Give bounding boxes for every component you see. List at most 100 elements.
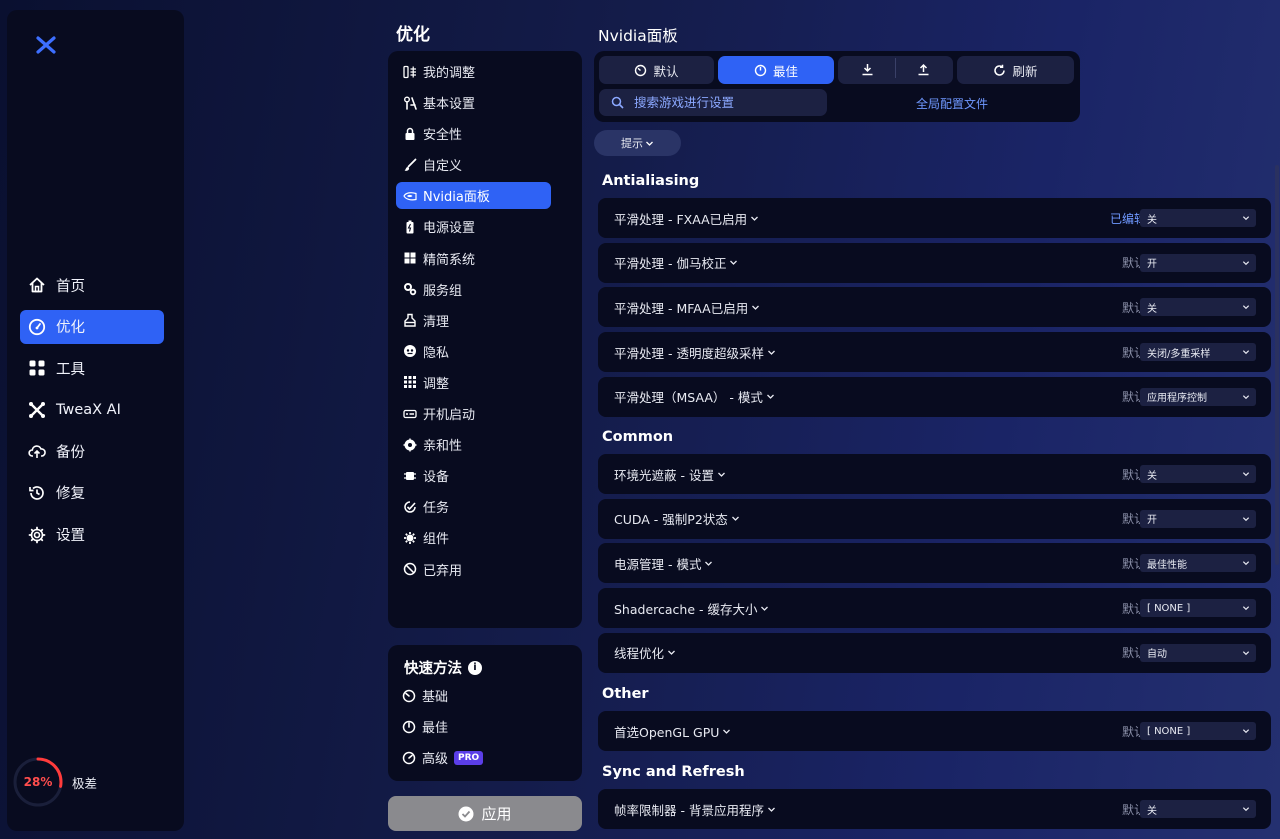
- global-profile-link[interactable]: 全局配置文件: [916, 95, 988, 112]
- chevron-down-icon: [757, 604, 769, 613]
- refresh-icon: [993, 64, 1006, 77]
- menu-item-basic-settings[interactable]: 基本设置: [396, 89, 551, 116]
- menu-item-label: 亲和性: [423, 439, 463, 455]
- info-icon[interactable]: i: [468, 660, 482, 675]
- chevron-down-icon: [1242, 216, 1250, 221]
- game-search-box: [599, 89, 827, 116]
- menu-item-affinity[interactable]: 亲和性: [396, 431, 551, 458]
- setting-label[interactable]: 环境光遮蔽 - 设置: [614, 465, 726, 484]
- menu-item-services[interactable]: 服务组: [396, 276, 551, 303]
- nav-item-label: 首页: [56, 278, 85, 295]
- quick-methods-card: 快速方法 i 基础 最佳 高级 PRO: [388, 645, 582, 781]
- setting-label[interactable]: 首选OpenGL GPU: [614, 722, 731, 741]
- menu-item-adjust[interactable]: 调整: [396, 369, 551, 396]
- menu-item-nvidia-panel[interactable]: Nvidia面板: [396, 182, 551, 210]
- ai-icon: [28, 401, 46, 419]
- nav-item-optimize[interactable]: 优化: [20, 309, 164, 344]
- setting-label[interactable]: Shadercache - 缓存大小: [614, 599, 769, 618]
- setting-label[interactable]: 平滑处理（MSAA） - 模式: [614, 387, 775, 406]
- chevron-down-icon: [1242, 260, 1250, 265]
- setting-value-select[interactable]: 关: [1140, 800, 1256, 818]
- setting-row: 平滑处理 - FXAA已启用 已编辑关: [598, 198, 1271, 238]
- setting-value-select[interactable]: 自动: [1140, 643, 1256, 662]
- section-title: 优化: [396, 25, 430, 45]
- setting-value: 关: [1147, 470, 1157, 482]
- nav-item-backup[interactable]: 备份: [20, 434, 164, 468]
- setting-label-text: 帧率限制器 - 背景应用程序: [614, 802, 764, 818]
- setting-row: 线程优化 默认 自动: [598, 632, 1271, 673]
- default-profile-label: 默认: [653, 63, 679, 79]
- setting-value-select[interactable]: [ NONE ]: [1140, 722, 1256, 740]
- setting-value-select[interactable]: 开: [1140, 253, 1256, 272]
- nav-item-label: TweaX AI: [56, 401, 121, 418]
- best-profile-button[interactable]: 最佳: [718, 56, 834, 84]
- menu-item-tasks[interactable]: 任务: [396, 493, 551, 520]
- setting-row: Shadercache - 缓存大小 默认[ NONE ]: [598, 588, 1271, 629]
- brush-icon: [403, 158, 417, 172]
- menu-item-label: 我的调整: [423, 66, 476, 81]
- menu-item-label: Nvidia面板: [423, 190, 490, 206]
- setting-value-select[interactable]: 关: [1140, 298, 1256, 317]
- setting-label-text: 线程优化: [614, 646, 665, 662]
- setting-label[interactable]: CUDA - 强制P2状态: [614, 509, 740, 528]
- setting-label[interactable]: 平滑处理 - 透明度超级采样: [614, 343, 776, 362]
- menu-item-components[interactable]: 组件: [396, 524, 551, 551]
- privacy-icon: [403, 344, 417, 358]
- hint-dropdown[interactable]: 提示: [594, 130, 681, 156]
- windows-icon: [403, 251, 417, 265]
- task-icon: [403, 500, 417, 514]
- setting-value-select[interactable]: 关: [1140, 209, 1256, 227]
- group-title: Common: [602, 429, 674, 445]
- apply-button[interactable]: 应用: [388, 796, 582, 831]
- setting-label[interactable]: 平滑处理 - FXAA已启用: [614, 209, 759, 228]
- chevron-down-icon: [1242, 729, 1250, 734]
- apps-grid-icon: [403, 375, 417, 389]
- apply-button-label: 应用: [481, 805, 512, 823]
- menu-item-privacy[interactable]: 隐私: [396, 338, 551, 365]
- chevron-down-icon: [726, 258, 738, 267]
- game-search-input[interactable]: [634, 95, 814, 110]
- menu-item-security[interactable]: 安全性: [396, 120, 551, 147]
- cloud-upload-icon: [28, 442, 46, 460]
- quick-item-advanced[interactable]: 高级 PRO: [402, 748, 484, 767]
- gauge-icon: [28, 318, 46, 336]
- chevron-down-icon: [1242, 305, 1250, 310]
- setting-value-select[interactable]: 关闭/多重采样: [1140, 343, 1256, 362]
- setting-label[interactable]: 平滑处理 - 伽马校正: [614, 253, 738, 272]
- setting-row: 平滑处理 - 透明度超级采样 默认 关闭/多重采样: [598, 332, 1271, 373]
- menu-item-debloat[interactable]: 精简系统: [396, 245, 551, 272]
- menu-item-power-settings[interactable]: 电源设置: [396, 213, 551, 240]
- setting-value-select[interactable]: 最佳性能: [1140, 554, 1256, 573]
- nav-item-settings[interactable]: 设置: [20, 518, 164, 552]
- nav-item-home[interactable]: 首页: [20, 268, 164, 302]
- setting-value-select[interactable]: 应用程序控制: [1140, 387, 1256, 406]
- menu-item-customize[interactable]: 自定义: [396, 151, 551, 178]
- quick-item-best[interactable]: 最佳: [402, 717, 448, 736]
- upload-icon[interactable]: [917, 63, 930, 79]
- menu-item-my-tweaks[interactable]: 我的调整: [396, 58, 551, 85]
- hint-label: 提示: [621, 137, 643, 150]
- setting-label[interactable]: 平滑处理 - MFAA已启用: [614, 298, 760, 317]
- nav-item-repair[interactable]: 修复: [20, 476, 164, 510]
- setting-label[interactable]: 电源管理 - 模式: [614, 554, 713, 573]
- setting-value-select[interactable]: [ NONE ]: [1140, 599, 1256, 618]
- scrollbar[interactable]: [1275, 165, 1279, 565]
- nvidia-toolbar: 默认 最佳 刷新 全局配置文件: [594, 51, 1080, 122]
- default-profile-button[interactable]: 默认: [599, 56, 714, 84]
- tweax-logo-icon[interactable]: [35, 34, 57, 56]
- menu-item-devices[interactable]: 设备: [396, 462, 551, 489]
- nav-item-tools[interactable]: 工具: [20, 351, 164, 385]
- quick-item-label: 最佳: [422, 721, 449, 736]
- setting-value-select[interactable]: 关: [1140, 465, 1256, 483]
- refresh-button[interactable]: 刷新: [957, 56, 1074, 84]
- menu-item-startup[interactable]: 开机启动: [396, 400, 551, 427]
- setting-label[interactable]: 线程优化: [614, 643, 676, 662]
- nav-item-tweax-ai[interactable]: TweaX AI: [20, 393, 164, 427]
- menu-item-deprecated[interactable]: 已弃用: [396, 556, 551, 583]
- quick-item-basic[interactable]: 基础: [402, 686, 448, 705]
- setting-label[interactable]: 帧率限制器 - 背景应用程序: [614, 800, 776, 819]
- chip-icon: [403, 469, 417, 483]
- menu-item-clean[interactable]: 清理: [396, 307, 551, 334]
- setting-value-select[interactable]: 开: [1140, 509, 1256, 528]
- download-icon[interactable]: [861, 63, 874, 79]
